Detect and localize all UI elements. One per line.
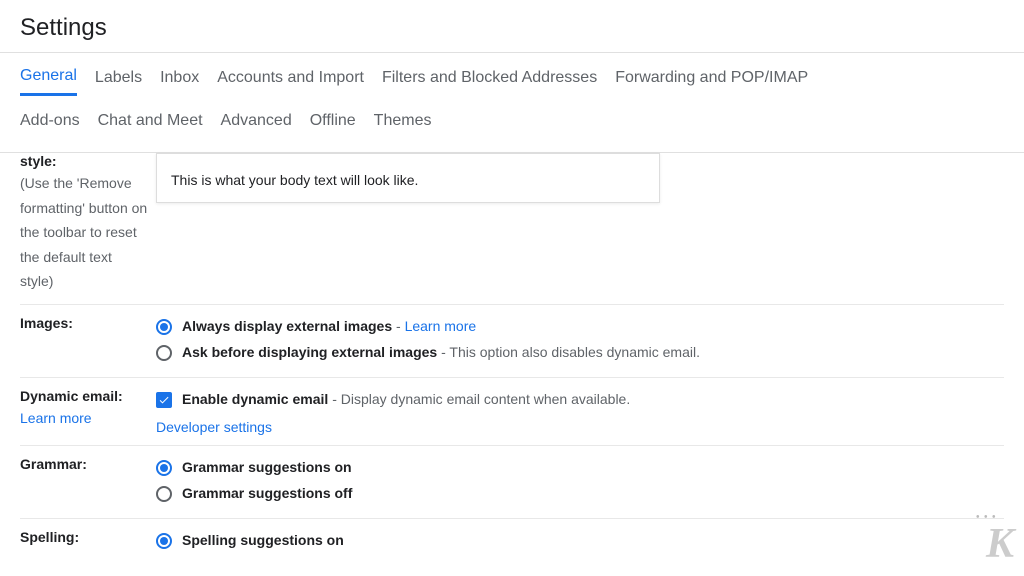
page-header: Settings [0, 0, 1024, 53]
dynamic-enable-row: Enable dynamic email - Display dynamic e… [156, 388, 1004, 410]
images-option-ask-text: Ask before displaying external images - … [182, 341, 700, 363]
grammar-label-col: Grammar: [20, 456, 156, 509]
settings-tabs: General Labels Inbox Accounts and Import… [0, 53, 1024, 153]
images-option-always-text: Always display external images - Learn m… [182, 315, 476, 337]
tab-advanced[interactable]: Advanced [221, 112, 292, 138]
radio-ask-before[interactable] [156, 345, 172, 361]
grammar-off-row: Grammar suggestions off [156, 482, 1004, 504]
images-opt2-desc: This option also disables dynamic email. [449, 344, 700, 360]
grammar-off-text: Grammar suggestions off [182, 482, 352, 504]
images-option-ask: Ask before displaying external images - … [156, 341, 1004, 363]
radio-spelling-on[interactable] [156, 533, 172, 549]
dash1: - [396, 318, 405, 334]
dynamic-label-col: Dynamic email: Learn more [20, 388, 156, 434]
style-value-col: This is what your body text will look li… [156, 153, 1004, 294]
radio-grammar-off[interactable] [156, 486, 172, 502]
developer-settings-link[interactable]: Developer settings [156, 419, 272, 435]
radio-always-display[interactable] [156, 319, 172, 335]
section-grammar: Grammar: Grammar suggestions on Grammar … [20, 445, 1004, 519]
tab-chat-meet[interactable]: Chat and Meet [98, 112, 203, 138]
watermark-logo: K [986, 520, 1012, 568]
spelling-on-bold: Spelling suggestions on [182, 532, 344, 548]
text-style-preview: This is what your body text will look li… [156, 153, 660, 203]
tab-row-1: General Labels Inbox Accounts and Import… [20, 53, 1004, 104]
section-default-text-style: style: (Use the 'Remove formatting' butt… [20, 153, 1004, 304]
images-learn-more[interactable]: Learn more [405, 318, 477, 334]
images-opt2-bold: Ask before displaying external images [182, 344, 437, 360]
checkbox-enable-dynamic[interactable] [156, 392, 172, 408]
images-opt1-bold: Always display external images [182, 318, 392, 334]
grammar-on-text: Grammar suggestions on [182, 456, 352, 478]
dynamic-value-col: Enable dynamic email - Display dynamic e… [156, 388, 1004, 434]
style-label: style: [20, 153, 148, 169]
tab-row-2: Add-ons Chat and Meet Advanced Offline T… [20, 104, 1004, 152]
page-title: Settings [20, 14, 1004, 42]
tab-accounts-import[interactable]: Accounts and Import [217, 69, 364, 95]
dynamic-enable-text: Enable dynamic email - Display dynamic e… [182, 388, 630, 410]
tab-inbox[interactable]: Inbox [160, 69, 199, 95]
dynamic-label: Dynamic email: [20, 388, 148, 404]
dash3: - [332, 391, 341, 407]
tab-labels[interactable]: Labels [95, 69, 142, 95]
images-value-col: Always display external images - Learn m… [156, 315, 1004, 368]
tab-add-ons[interactable]: Add-ons [20, 112, 80, 138]
spelling-value-col: Spelling suggestions on [156, 529, 1004, 555]
grammar-on-row: Grammar suggestions on [156, 456, 1004, 478]
tab-filters-blocked[interactable]: Filters and Blocked Addresses [382, 69, 597, 95]
grammar-value-col: Grammar suggestions on Grammar suggestio… [156, 456, 1004, 509]
style-label-col: style: (Use the 'Remove formatting' butt… [20, 153, 156, 294]
spelling-label-col: Spelling: [20, 529, 156, 555]
style-hint: (Use the 'Remove formatting' button on t… [20, 171, 148, 294]
grammar-on-bold: Grammar suggestions on [182, 459, 352, 475]
tab-themes[interactable]: Themes [374, 112, 432, 138]
spelling-on-text: Spelling suggestions on [182, 529, 344, 551]
dynamic-desc: Display dynamic email content when avail… [341, 391, 630, 407]
grammar-label: Grammar: [20, 456, 148, 472]
images-label: Images: [20, 315, 148, 331]
section-images: Images: Always display external images -… [20, 304, 1004, 378]
radio-grammar-on[interactable] [156, 460, 172, 476]
settings-content: style: (Use the 'Remove formatting' butt… [0, 153, 1024, 566]
dynamic-opt-bold: Enable dynamic email [182, 391, 328, 407]
grammar-off-bold: Grammar suggestions off [182, 485, 352, 501]
images-label-col: Images: [20, 315, 156, 368]
dynamic-learn-more[interactable]: Learn more [20, 410, 92, 426]
tab-general[interactable]: General [20, 67, 77, 96]
tab-offline[interactable]: Offline [310, 112, 356, 138]
check-icon [158, 394, 170, 406]
images-option-always: Always display external images - Learn m… [156, 315, 1004, 337]
section-spelling: Spelling: Spelling suggestions on [20, 518, 1004, 565]
spelling-label: Spelling: [20, 529, 148, 545]
section-dynamic-email: Dynamic email: Learn more Enable dynamic… [20, 377, 1004, 444]
spelling-on-row: Spelling suggestions on [156, 529, 1004, 551]
tab-forwarding-pop-imap[interactable]: Forwarding and POP/IMAP [615, 69, 808, 95]
